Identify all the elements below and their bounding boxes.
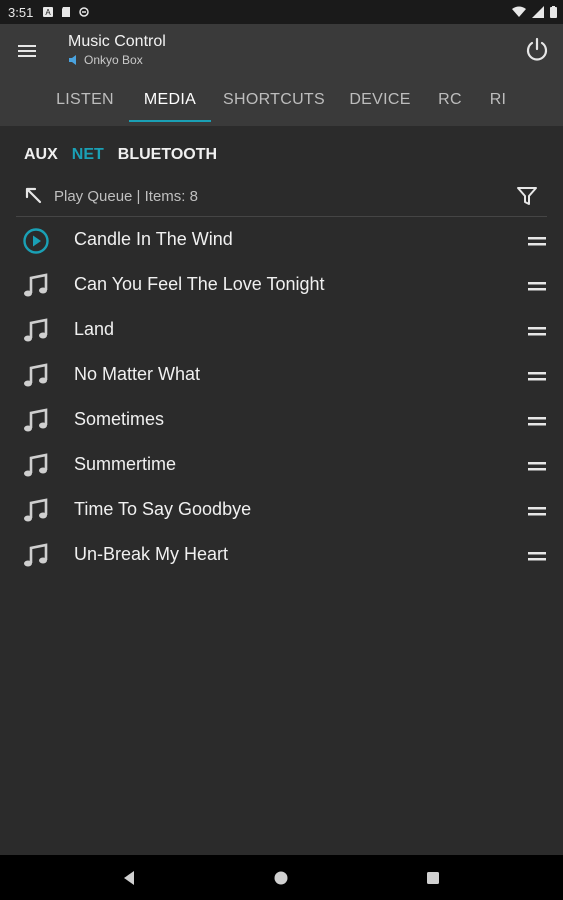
list-item[interactable]: Time To Say Goodbye: [0, 488, 563, 533]
list-item[interactable]: Can You Feel The Love Tonight: [0, 263, 563, 308]
status-bar: 3:51 A: [0, 0, 563, 24]
system-nav-bar: [0, 855, 563, 900]
music-note-icon: [24, 273, 48, 297]
signal-icon: [532, 6, 544, 18]
track-list: Candle In The Wind Can You Feel The Love…: [0, 218, 563, 578]
svg-text:A: A: [46, 8, 52, 17]
app-title: Music Control: [68, 33, 166, 50]
sync-icon: [79, 7, 90, 17]
music-note-icon: [24, 498, 48, 522]
device-name: Onkyo Box: [84, 53, 143, 67]
recents-icon[interactable]: [424, 869, 442, 887]
drag-handle-icon[interactable]: [528, 462, 546, 471]
source-aux[interactable]: AUX: [24, 146, 58, 164]
drag-handle-icon[interactable]: [528, 507, 546, 516]
list-item[interactable]: Candle In The Wind: [0, 218, 563, 263]
track-title: No Matter What: [74, 364, 201, 384]
drag-handle-icon[interactable]: [528, 417, 546, 426]
tab-device[interactable]: DEVICE: [340, 76, 420, 124]
home-icon[interactable]: [272, 869, 290, 887]
list-item[interactable]: Summertime: [0, 443, 563, 488]
power-icon[interactable]: [523, 36, 551, 64]
queue-header: Play Queue | Items: 8: [16, 178, 547, 217]
track-title: Time To Say Goodbye: [74, 499, 252, 519]
drag-handle-icon[interactable]: [528, 282, 546, 291]
track-title: Land: [74, 319, 115, 339]
drag-handle-icon[interactable]: [528, 237, 546, 246]
drag-handle-icon[interactable]: [528, 372, 546, 381]
list-item[interactable]: Land: [0, 308, 563, 353]
device-subtitle: Onkyo Box: [68, 53, 143, 67]
list-item[interactable]: No Matter What: [0, 353, 563, 398]
notification-icon: A: [43, 7, 54, 17]
back-icon[interactable]: [120, 869, 138, 887]
source-bluetooth[interactable]: BLUETOOTH: [118, 146, 217, 164]
drag-handle-icon[interactable]: [528, 327, 546, 336]
source-selector: AUX NET BLUETOOTH: [24, 146, 217, 164]
track-title: Can You Feel The Love Tonight: [74, 274, 325, 294]
music-note-icon: [24, 408, 48, 432]
tab-ri[interactable]: RI: [478, 76, 518, 124]
back-arrow-icon[interactable]: [24, 186, 44, 206]
list-item[interactable]: Un-Break My Heart: [0, 533, 563, 578]
track-title: Summertime: [74, 454, 177, 474]
tab-indicator: [129, 120, 211, 122]
wifi-icon: [512, 6, 526, 17]
tab-rc[interactable]: RC: [428, 76, 472, 124]
battery-icon: [550, 6, 557, 18]
track-title: Sometimes: [74, 409, 165, 429]
queue-title: Play Queue | Items: 8: [54, 188, 198, 205]
speaker-icon: [69, 55, 76, 65]
track-title: Un-Break My Heart: [74, 544, 229, 564]
play-circle-icon[interactable]: [22, 227, 50, 255]
source-net[interactable]: NET: [72, 146, 104, 164]
drag-handle-icon[interactable]: [528, 552, 546, 561]
status-time: 3:51: [8, 4, 34, 20]
tab-bar: LISTEN MEDIA SHORTCUTS DEVICE RC RI: [0, 76, 563, 126]
sd-card-icon: [62, 7, 71, 17]
music-note-icon: [24, 543, 48, 567]
track-title: Candle In The Wind: [74, 229, 233, 249]
tab-media[interactable]: MEDIA: [129, 76, 211, 124]
music-note-icon: [24, 318, 48, 342]
tab-shortcuts[interactable]: SHORTCUTS: [214, 76, 334, 124]
music-note-icon: [24, 453, 48, 477]
menu-icon[interactable]: [14, 38, 40, 64]
list-item[interactable]: Sometimes: [0, 398, 563, 443]
music-note-icon: [24, 363, 48, 387]
filter-icon[interactable]: [515, 184, 539, 208]
tab-listen[interactable]: LISTEN: [40, 76, 130, 124]
app-bar: Music Control Onkyo Box LISTEN MEDIA SHO…: [0, 24, 563, 126]
